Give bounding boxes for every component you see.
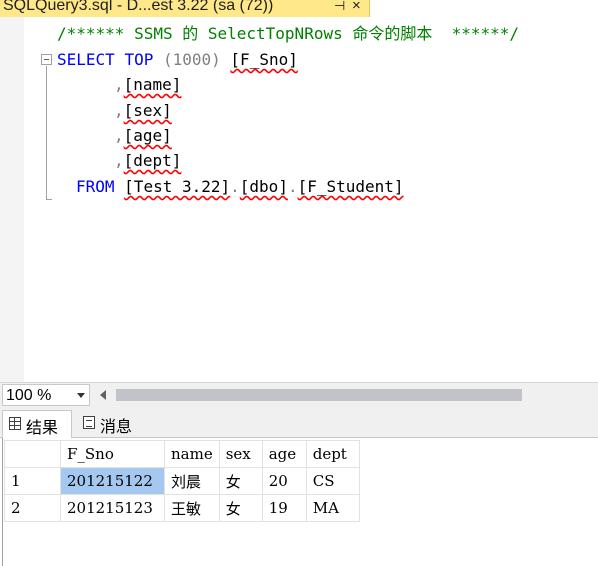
column-header[interactable]: age [261, 440, 307, 468]
row-number[interactable]: 2 [4, 494, 61, 522]
dot-separator: . [230, 177, 240, 196]
outline-line [46, 66, 47, 199]
pin-icon[interactable]: ⊣ [334, 0, 345, 14]
comment-text: /****** SSMS 的 SelectTopNRows 命令的脚本 ****… [57, 24, 520, 43]
grid-cell[interactable]: 女 [218, 494, 263, 522]
column-name: [dept] [123, 151, 182, 170]
grid-cell[interactable]: 19 [261, 494, 307, 522]
code-line-column: ,[age] [114, 124, 172, 148]
code-line-column: ,[sex] [114, 99, 172, 123]
top-value: (1000) [162, 50, 221, 69]
results-grid[interactable]: F_Sno name sex age dept 1 201215122 刘晨 女… [4, 440, 360, 522]
table-row[interactable]: 2 201215123 王敏 女 19 MA [4, 494, 360, 522]
column-header[interactable]: F_Sno [60, 440, 165, 468]
grid-cell[interactable]: 201215123 [60, 494, 165, 522]
grid-cell[interactable]: 女 [218, 467, 263, 495]
column-name: [name] [123, 75, 182, 94]
editor-status-bar: 100 % [0, 382, 598, 408]
tab-results-label: 结果 [26, 418, 59, 437]
select-keyword: SELECT [57, 50, 115, 69]
code-line-comment: /****** SSMS 的 SelectTopNRows 命令的脚本 ****… [57, 22, 519, 46]
grid-cell[interactable]: MA [305, 494, 360, 522]
zoom-value: 100 % [6, 387, 52, 404]
results-tab-strip: 结果 消息 [0, 408, 598, 438]
horizontal-scrollbar-thumb[interactable] [116, 389, 522, 401]
sql-editor[interactable]: /****** SSMS 的 SelectTopNRows 命令的脚本 ****… [0, 17, 598, 382]
tab-messages-label: 消息 [100, 417, 133, 436]
column-name: [age] [123, 126, 172, 145]
top-keyword: TOP [124, 50, 154, 69]
zoom-select[interactable]: 100 % [2, 384, 90, 406]
grid-icon [9, 417, 21, 430]
close-tab-icon[interactable]: × [352, 0, 361, 14]
comma: , [114, 75, 124, 94]
code-area[interactable]: /****** SSMS 的 SelectTopNRows 命令的脚本 ****… [0, 17, 598, 217]
collapse-toggle[interactable] [41, 54, 52, 65]
grid-cell[interactable]: CS [305, 467, 360, 495]
comma: , [114, 151, 124, 170]
tab-results[interactable]: 结果 [2, 410, 72, 438]
chevron-down-icon[interactable] [77, 393, 85, 398]
outline-end [46, 199, 52, 200]
code-line-column: ,[name] [114, 73, 181, 97]
code-line-from: FROM [Test 3.22].[dbo].[F_Student] [76, 175, 404, 199]
code-line-select: SELECT TOP (1000) [F_Sno] [57, 48, 298, 72]
document-tab[interactable]: SQLQuery3.sql - D...est 3.22 (sa (72)) ⊣… [0, 0, 370, 17]
tab-messages[interactable]: 消息 [77, 410, 140, 438]
from-database: [Test 3.22] [124, 177, 231, 196]
from-table: [F_Student] [297, 177, 404, 196]
from-keyword: FROM [76, 177, 115, 196]
column-name: [sex] [123, 101, 172, 120]
column-name: [F_Sno] [230, 50, 298, 69]
scroll-left-arrow-icon[interactable] [100, 390, 106, 400]
document-tab-strip: SQLQuery3.sql - D...est 3.22 (sa (72)) ⊣… [0, 0, 598, 17]
from-schema: [dbo] [239, 177, 288, 196]
grid-header-row: F_Sno name sex age dept [4, 440, 360, 468]
grid-cell[interactable]: 20 [261, 467, 307, 495]
results-pane: F_Sno name sex age dept 1 201215122 刘晨 女… [0, 438, 598, 566]
column-header[interactable]: name [164, 440, 220, 468]
dot-separator: . [287, 177, 298, 196]
comma: , [114, 126, 124, 145]
grid-cell-selected[interactable]: 201215122 [60, 467, 165, 495]
document-tab-title: SQLQuery3.sql - D...est 3.22 (sa (72)) [3, 0, 274, 14]
grid-cell[interactable]: 王敏 [164, 494, 220, 522]
row-number[interactable]: 1 [4, 467, 61, 495]
column-header[interactable]: dept [305, 440, 360, 468]
message-icon [83, 416, 95, 429]
column-header[interactable]: sex [218, 440, 263, 468]
code-line-column: ,[dept] [114, 149, 181, 173]
grid-cell[interactable]: 刘晨 [164, 467, 220, 495]
grid-corner-header[interactable] [4, 440, 61, 468]
table-row[interactable]: 1 201215122 刘晨 女 20 CS [4, 467, 360, 495]
comma: , [114, 101, 124, 120]
